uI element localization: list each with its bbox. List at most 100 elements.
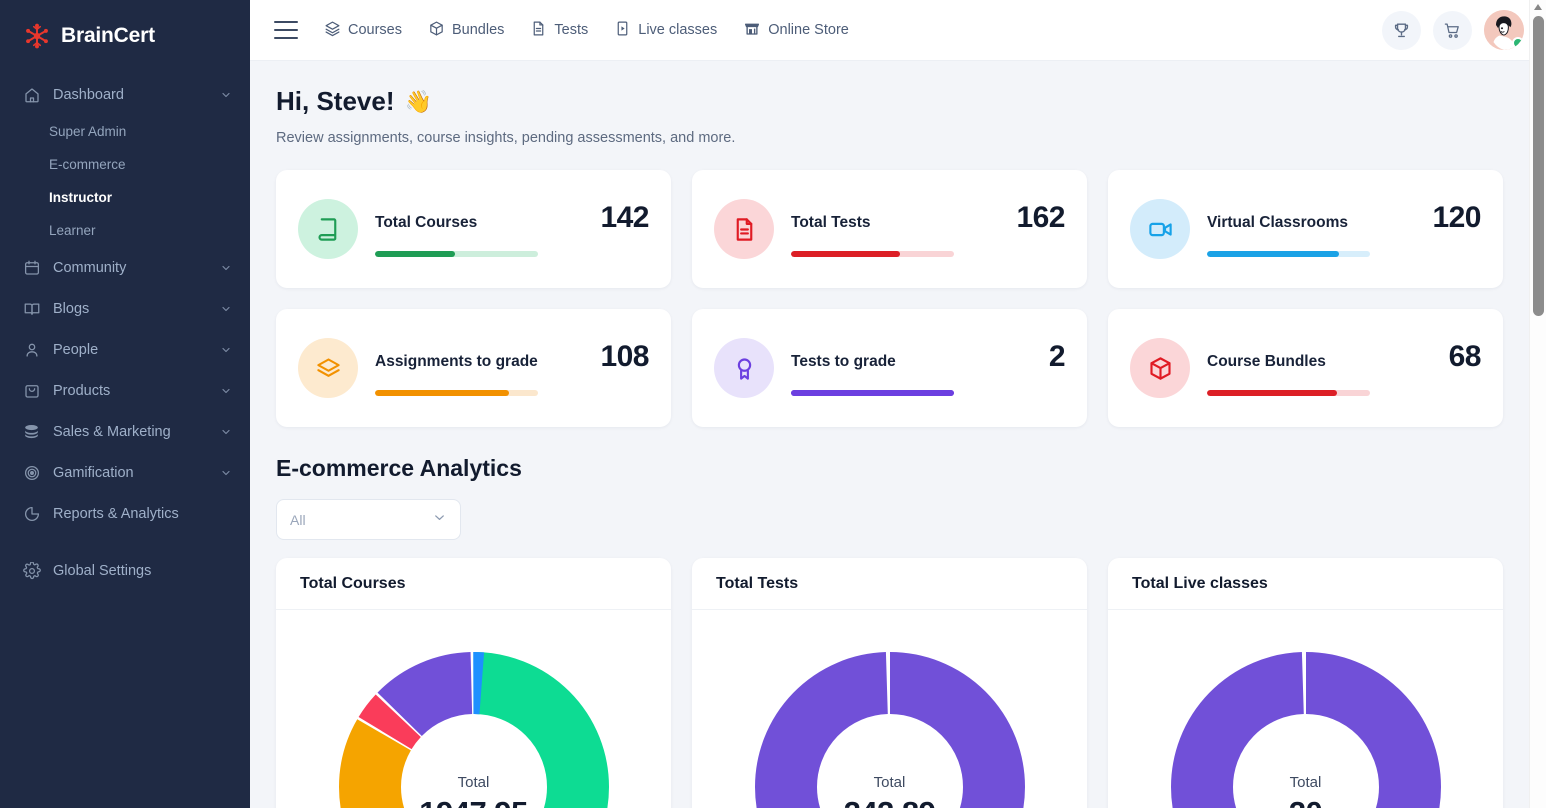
sidebar: BrainCert Dashboard Super Admin	[0, 0, 250, 808]
stat-label: Assignments to grade	[375, 353, 538, 371]
chart-title: Total Live classes	[1108, 558, 1503, 610]
stat-value: 68	[1449, 340, 1481, 374]
waving-hand-icon: 👋	[405, 89, 432, 115]
trophy-icon[interactable]	[1382, 11, 1421, 50]
sidebar-item-label: Global Settings	[53, 563, 232, 579]
sidebar-item-dashboard[interactable]: Dashboard	[0, 74, 250, 115]
progress-bar	[791, 251, 954, 257]
book-open-icon	[22, 299, 41, 318]
brand-name: BrainCert	[61, 24, 155, 48]
stat-card-tests-to-grade[interactable]: Tests to grade 2	[692, 309, 1087, 427]
sidebar-item-instructor[interactable]: Instructor	[0, 181, 250, 214]
topnav-label: Bundles	[452, 22, 504, 38]
scroll-up-arrow-icon[interactable]	[1534, 4, 1542, 10]
chart-card-total-courses: Total Courses	[276, 558, 671, 808]
topnav-item-online-store[interactable]: Online Store	[743, 19, 849, 41]
donut-total-label: Total	[740, 774, 1040, 791]
analytics-filter-select[interactable]: All	[276, 499, 461, 540]
user-avatar[interactable]	[1484, 10, 1524, 50]
greeting-block: Hi, Steve! 👋 Review assignments, course …	[276, 61, 1503, 146]
stat-label: Total Courses	[375, 214, 477, 232]
box-icon	[428, 20, 445, 41]
coins-icon	[22, 422, 41, 441]
topnav-item-bundles[interactable]: Bundles	[428, 20, 504, 41]
sidebar-item-reports-analytics[interactable]: Reports & Analytics	[0, 493, 250, 534]
sidebar-item-products[interactable]: Products	[0, 370, 250, 411]
chevron-down-icon	[220, 426, 232, 438]
donut-chart-total-live-classes[interactable]: Total 20	[1156, 637, 1456, 808]
chevron-down-icon	[220, 262, 232, 274]
analytics-chart-grid: Total Courses	[276, 558, 1503, 808]
progress-bar	[791, 390, 954, 396]
topnav-label: Live classes	[638, 22, 717, 38]
donut-chart-total-tests[interactable]: Total 242.89	[740, 637, 1040, 808]
donut-center-label: Total 20	[1156, 774, 1456, 808]
scrollbar-thumb[interactable]	[1533, 16, 1544, 316]
sidebar-item-learner[interactable]: Learner	[0, 214, 250, 247]
stat-label: Course Bundles	[1207, 353, 1326, 371]
stat-body: Course Bundles 68	[1207, 340, 1481, 396]
chevron-down-icon	[220, 385, 232, 397]
sidebar-item-people[interactable]: People	[0, 329, 250, 370]
document-icon	[530, 20, 547, 41]
chart-title: Total Tests	[692, 558, 1087, 610]
progress-bar	[1207, 251, 1370, 257]
topbar: Courses Bundles Te	[250, 0, 1546, 61]
target-icon	[22, 463, 41, 482]
stat-value: 120	[1432, 201, 1481, 235]
sidebar-spacer	[0, 534, 250, 550]
sidebar-item-blogs[interactable]: Blogs	[0, 288, 250, 329]
stat-label: Tests to grade	[791, 353, 896, 371]
topnav-item-courses[interactable]: Courses	[324, 20, 402, 41]
stat-body: Assignments to grade 108	[375, 340, 649, 396]
greeting-subtitle: Review assignments, course insights, pen…	[276, 130, 1503, 146]
donut-chart-total-courses[interactable]: Total 1947.95	[324, 637, 624, 808]
braincert-snowflake-logo	[22, 21, 52, 51]
progress-bar	[375, 390, 538, 396]
donut-total-label: Total	[1156, 774, 1456, 791]
donut-center-label: Total 1947.95	[324, 774, 624, 808]
cube-icon	[1130, 338, 1190, 398]
sidebar-item-label: Reports & Analytics	[53, 506, 232, 522]
app-root: BrainCert Dashboard Super Admin	[0, 0, 1546, 808]
bag-icon	[22, 381, 41, 400]
shopping-cart-icon[interactable]	[1433, 11, 1472, 50]
chevron-down-icon	[220, 303, 232, 315]
section-title-analytics: E-commerce Analytics	[276, 455, 1503, 482]
pie-chart-icon	[22, 504, 41, 523]
stat-card-virtual-classrooms[interactable]: Virtual Classrooms 120	[1108, 170, 1503, 288]
stat-card-total-courses[interactable]: Total Courses 142	[276, 170, 671, 288]
sidebar-item-sales-marketing[interactable]: Sales & Marketing	[0, 411, 250, 452]
sidebar-item-label: Blogs	[53, 301, 220, 317]
progress-bar	[375, 251, 538, 257]
sidebar-item-global-settings[interactable]: Global Settings	[0, 550, 250, 591]
donut-total-value: 1947.95	[324, 795, 624, 808]
stat-card-course-bundles[interactable]: Course Bundles 68	[1108, 309, 1503, 427]
sidebar-item-ecommerce[interactable]: E-commerce	[0, 148, 250, 181]
sidebar-sub-label: Learner	[49, 223, 96, 238]
sidebar-item-gamification[interactable]: Gamification	[0, 452, 250, 493]
stat-card-total-tests[interactable]: Total Tests 162	[692, 170, 1087, 288]
content-scroll-area: Hi, Steve! 👋 Review assignments, course …	[250, 61, 1529, 808]
page-title: Hi, Steve! 👋	[276, 86, 1503, 117]
sidebar-item-community[interactable]: Community	[0, 247, 250, 288]
hamburger-menu-icon[interactable]	[274, 21, 298, 39]
sidebar-item-label: Products	[53, 383, 220, 399]
topnav-item-tests[interactable]: Tests	[530, 20, 588, 41]
person-icon	[22, 340, 41, 359]
sidebar-item-super-admin[interactable]: Super Admin	[0, 115, 250, 148]
stat-body: Total Courses 142	[375, 201, 649, 257]
stat-body: Total Tests 162	[791, 201, 1065, 257]
brand-logo-block[interactable]: BrainCert	[0, 0, 250, 56]
sidebar-sub-label: E-commerce	[49, 157, 126, 172]
sidebar-item-label: People	[53, 342, 220, 358]
stat-card-assignments-to-grade[interactable]: Assignments to grade 108	[276, 309, 671, 427]
sidebar-item-label: Community	[53, 260, 220, 276]
online-status-dot	[1512, 37, 1524, 49]
greeting-text: Hi, Steve!	[276, 86, 395, 117]
calendar-icon	[22, 258, 41, 277]
topnav-item-live-classes[interactable]: Live classes	[614, 20, 717, 41]
home-icon	[22, 85, 41, 104]
page-scrollbar[interactable]	[1529, 0, 1546, 808]
stat-label: Total Tests	[791, 214, 871, 232]
